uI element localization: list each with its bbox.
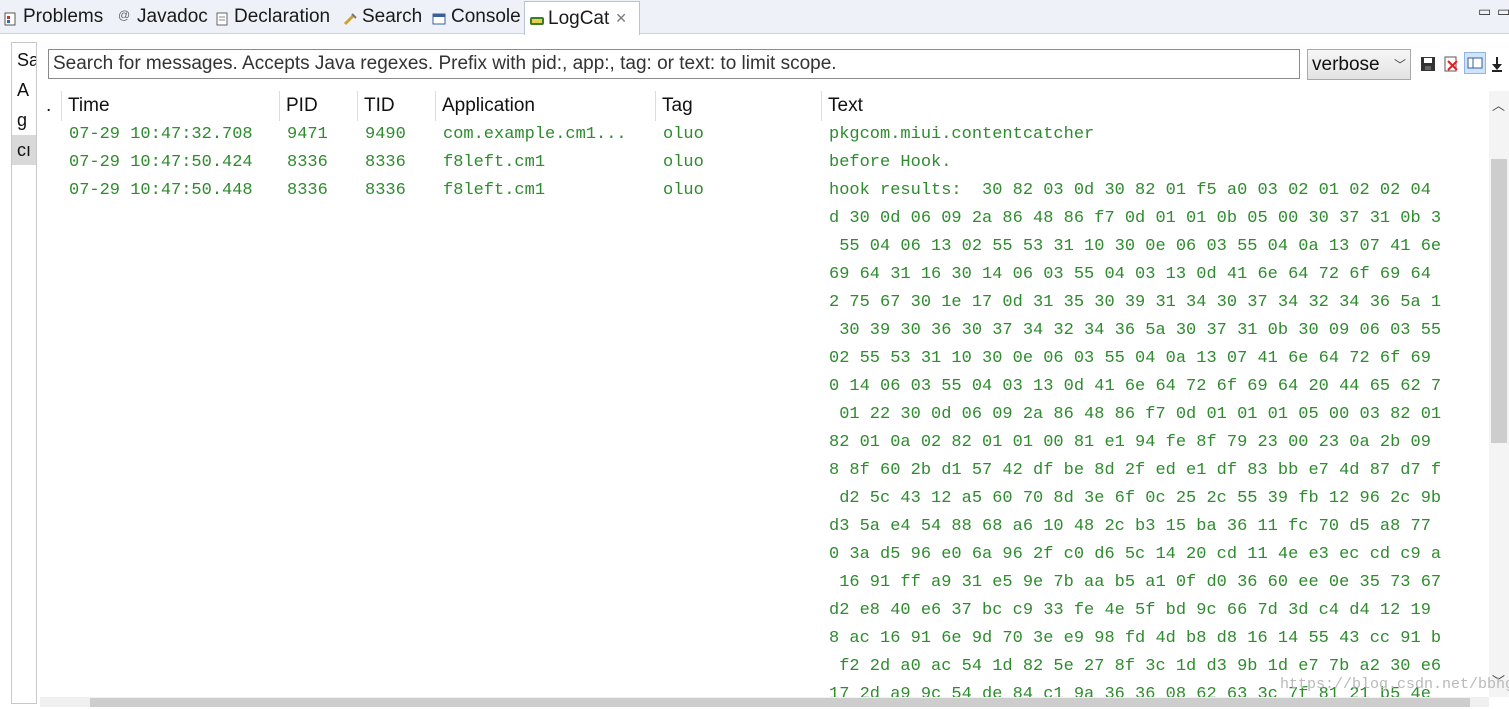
tab-label: Problems (23, 5, 104, 27)
tab-label: Search (362, 5, 423, 27)
text-continuation-line: 55 04 06 13 02 55 53 31 10 30 0e 06 03 5… (829, 237, 1442, 256)
cell-tid: 8336 (365, 181, 406, 200)
cell-time: 07-29 10:47:50.448 (69, 181, 253, 200)
cell-tag: oluo (663, 125, 704, 144)
watermark: https://blog.csdn.net/bbhgyu (1280, 676, 1509, 693)
column-application-header[interactable]: Application (436, 91, 656, 121)
scrollbar-thumb[interactable] (1491, 159, 1507, 443)
tab-javadoc[interactable]: @ Javadoc (118, 0, 208, 33)
list-item[interactable]: g (12, 105, 36, 135)
view-tab-bar: Problems @ Javadoc Declaration Search Con… (0, 0, 1509, 35)
column-time-header[interactable]: Time (62, 91, 280, 121)
search-input[interactable] (48, 49, 1300, 79)
cell-text: before Hook. (829, 153, 952, 172)
cell-tid: 9490 (365, 125, 406, 144)
tab-label: LogCat (548, 7, 610, 29)
text-continuation-line: 8 ac 16 91 6e 9d 70 3e e9 98 fd 4d b8 d8… (829, 629, 1442, 648)
list-item[interactable]: A (12, 75, 36, 105)
column-tid-header[interactable]: TID (358, 91, 436, 121)
problems-icon (4, 10, 18, 25)
text-continuation-line: d2 e8 40 e6 37 bc c9 33 fe 4e 5f bd 9c 6… (829, 601, 1431, 620)
tab-label: Declaration (234, 5, 331, 27)
cell-application: f8left.cm1 (443, 181, 546, 200)
tab-search[interactable]: Search (343, 0, 422, 33)
tab-declaration[interactable]: Declaration (215, 0, 330, 33)
scroll-lock-icon[interactable] (1490, 55, 1506, 73)
text-continuation-line: 01 22 30 0d 06 09 2a 86 48 86 f7 0d 01 0… (829, 405, 1442, 424)
column-pid-header[interactable]: PID (280, 91, 358, 121)
scrollbar-thumb[interactable] (90, 698, 1470, 707)
cell-application: com.example.cm1... (443, 125, 627, 144)
cell-text: hook results: 30 82 03 0d 30 82 01 f5 a0… (829, 181, 1431, 200)
horizontal-scrollbar[interactable] (40, 697, 1489, 707)
list-item[interactable]: cı (12, 135, 36, 165)
column-level-header[interactable]: . (40, 91, 62, 121)
toggle-panel-icon[interactable] (1464, 52, 1486, 74)
save-icon[interactable] (1420, 55, 1436, 73)
cell-tag: oluo (663, 181, 704, 200)
text-continuation-line: d3 5a e4 54 88 68 a6 10 48 2c b3 15 ba 3… (829, 517, 1431, 536)
text-continuation-line: 30 39 30 36 30 37 34 32 34 36 5a 30 37 3… (829, 321, 1442, 340)
cell-text: pkgcom.miui.contentcatcher (829, 125, 1095, 144)
log-level-value: verbose (1312, 53, 1380, 75)
text-continuation-line: 82 01 0a 02 82 01 01 00 81 e1 94 fe 8f 7… (829, 433, 1431, 452)
tab-logcat[interactable]: LogCat ✕ (524, 1, 641, 35)
cell-application: f8left.cm1 (443, 153, 546, 172)
list-item[interactable]: Sa (12, 45, 36, 75)
chevron-down-icon: ﹀ (1393, 58, 1406, 72)
javadoc-icon: @ (118, 7, 131, 22)
cell-pid: 9471 (287, 125, 328, 144)
console-icon (432, 10, 446, 24)
close-icon[interactable]: ✕ (615, 10, 627, 27)
scroll-up-icon[interactable]: ︿ (1492, 95, 1505, 114)
tab-problems[interactable]: Problems (4, 0, 103, 33)
search-icon (343, 10, 357, 25)
text-continuation-line: d2 5c 43 12 a5 60 70 8d 3e 6f 0c 25 2c 5… (829, 489, 1442, 508)
column-text-header[interactable]: Text (822, 91, 1489, 121)
tab-console[interactable]: Console (432, 0, 521, 33)
cell-tag: oluo (663, 153, 704, 172)
column-tag-header[interactable]: Tag (656, 91, 822, 121)
log-level-select[interactable]: verbose ﹀ (1307, 49, 1411, 80)
cell-tid: 8336 (365, 153, 406, 172)
logcat-filter-list: Sa A g cı (11, 42, 37, 704)
text-continuation-line: 0 3a d5 96 e0 6a 96 2f c0 d6 5c 14 20 cd… (829, 545, 1442, 564)
text-continuation-line: d 30 0d 06 09 2a 86 48 86 f7 0d 01 01 0b… (829, 209, 1442, 228)
vertical-scrollbar[interactable]: ︿ ﹀ (1489, 91, 1509, 697)
text-continuation-line: 16 91 ff a9 31 e5 9e 7b aa b5 a1 0f d0 3… (829, 573, 1442, 592)
declaration-icon (215, 10, 229, 25)
text-continuation-line: 0 14 06 03 55 04 03 13 0d 41 6e 64 72 6f… (829, 377, 1442, 396)
text-continuation-line: 8 8f 60 2b d1 57 42 df be 8d 2f ed e1 df… (829, 461, 1442, 480)
maximize-icon[interactable]: ▭ (1497, 3, 1509, 20)
tab-label: Javadoc (137, 5, 208, 27)
tab-label: Console (451, 5, 521, 27)
text-continuation-line: 02 55 53 31 10 30 0e 06 03 55 04 0a 13 0… (829, 349, 1431, 368)
cell-time: 07-29 10:47:32.708 (69, 125, 253, 144)
cell-time: 07-29 10:47:50.424 (69, 153, 253, 172)
text-continuation-line: 2 75 67 30 1e 17 0d 31 35 30 39 31 34 30… (829, 293, 1442, 312)
logcat-icon (529, 12, 544, 26)
cell-pid: 8336 (287, 181, 328, 200)
minimize-icon[interactable]: ▭ (1478, 3, 1491, 20)
text-continuation-line: 69 64 31 16 30 14 06 03 55 04 03 13 0d 4… (829, 265, 1431, 284)
clear-log-icon[interactable] (1443, 55, 1459, 73)
cell-pid: 8336 (287, 153, 328, 172)
